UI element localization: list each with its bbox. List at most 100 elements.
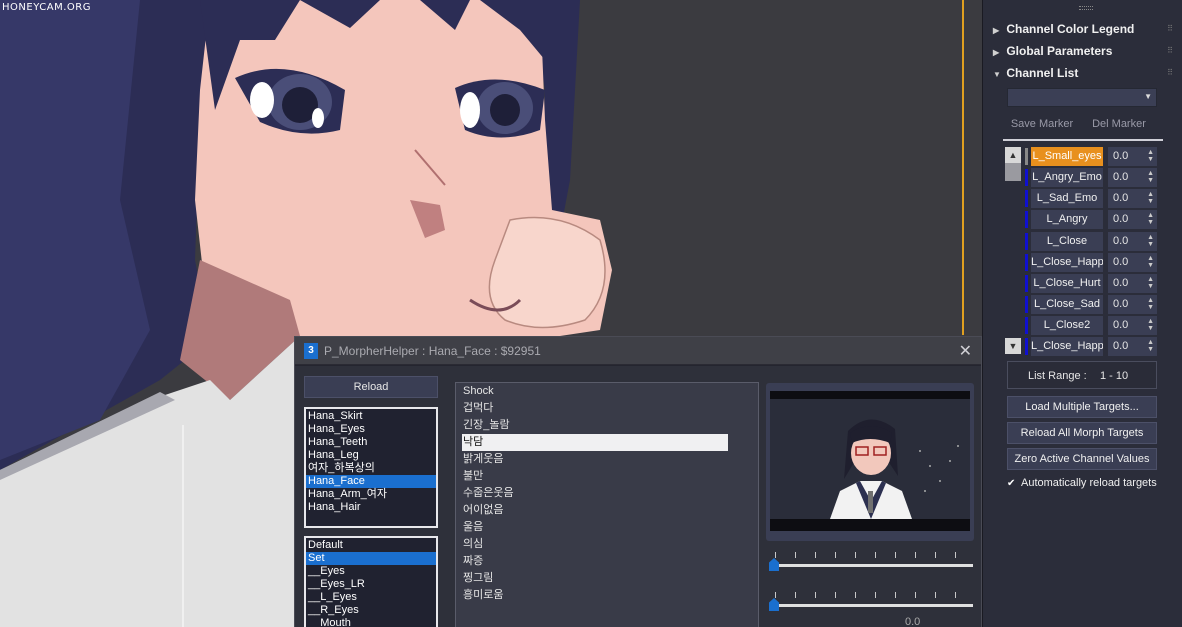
channel-row: L_Close_Sad 0.0 ▲ ▼ [1025, 295, 1160, 314]
channel-value-spinner[interactable]: 0.0 ▲ ▼ [1108, 210, 1157, 229]
del-marker-button[interactable]: Del Marker [1087, 114, 1151, 134]
morph-list-item[interactable]: 흥미로움 [456, 587, 758, 604]
rollout-channel-color-legend[interactable]: ▶ Channel Color Legend [993, 22, 1134, 36]
morph-list-item[interactable]: 찡그림 [456, 570, 758, 587]
rollout-channel-list[interactable]: ▼ Channel List [993, 66, 1078, 80]
slider-thumb[interactable] [769, 598, 779, 611]
set-list-item[interactable]: __L_Eyes [306, 591, 436, 604]
channel-value-spinner[interactable]: 0.0 ▲ ▼ [1108, 189, 1157, 208]
channel-value: 0.0 [1113, 192, 1129, 204]
expanded-triangle-icon: ▼ [993, 70, 1001, 79]
channel-name-button[interactable]: L_Close2 [1031, 316, 1103, 335]
rollout-grip-icon[interactable]: ⠿ [1167, 24, 1173, 33]
channel-name-button[interactable]: L_Small_eyes [1031, 147, 1103, 166]
set-list-item-selected[interactable]: Set [306, 552, 436, 565]
object-list-item[interactable]: 여자_하복상의 [306, 462, 436, 475]
channel-color-bar [1025, 211, 1028, 228]
set-list-item[interactable]: __Mouth [306, 617, 436, 627]
spinner-arrows-icon[interactable]: ▲ ▼ [1147, 276, 1154, 290]
object-list-item[interactable]: Hana_Arm_여자 [306, 488, 436, 501]
object-list-item[interactable]: Hana_Hair [306, 501, 436, 514]
channel-name-button[interactable]: L_Close [1031, 232, 1103, 251]
auto-reload-label: Automatically reload targets [1021, 477, 1157, 489]
slider-thumb[interactable] [769, 558, 779, 571]
set-list-item[interactable]: __R_Eyes [306, 604, 436, 617]
auto-reload-checkbox[interactable]: ✔ Automatically reload targets [1007, 477, 1157, 489]
spinner-arrows-icon[interactable]: ▲ ▼ [1147, 255, 1154, 269]
rollout-global-parameters[interactable]: ▶ Global Parameters [993, 44, 1112, 58]
slider-track[interactable] [769, 564, 973, 567]
morph-list-item-selected[interactable]: 낙담 [462, 434, 728, 451]
channel-value-spinner[interactable]: 0.0 ▲ ▼ [1108, 253, 1157, 272]
spinner-arrows-icon[interactable]: ▲ ▼ [1147, 191, 1154, 205]
rollout-grip-icon[interactable]: ⠿ [1167, 68, 1173, 77]
channel-value: 0.0 [1113, 319, 1129, 331]
channel-value-spinner[interactable]: 0.0 ▲ ▼ [1108, 295, 1157, 314]
morph-list-item[interactable]: 불만 [456, 468, 758, 485]
save-marker-button[interactable]: Save Marker [1007, 114, 1077, 134]
object-list-item[interactable]: Hana_Eyes [306, 423, 436, 436]
channel-value-spinner[interactable]: 0.0 ▲ ▼ [1108, 316, 1157, 335]
set-list-item[interactable]: Default [306, 539, 436, 552]
spinner-arrows-icon[interactable]: ▲ ▼ [1147, 318, 1154, 332]
panel-drag-grip[interactable] [1079, 6, 1093, 10]
channel-name-button[interactable]: L_Angry_Emo [1031, 168, 1103, 187]
zero-active-channel-values-button[interactable]: Zero Active Channel Values [1007, 448, 1157, 470]
channel-value-spinner[interactable]: 0.0 ▲ ▼ [1108, 232, 1157, 251]
checkmark-icon: ✔ [1007, 478, 1016, 489]
morph-weight-slider-2[interactable] [769, 592, 973, 614]
object-list-item[interactable]: Hana_Skirt [306, 410, 436, 423]
channel-value-spinner[interactable]: 0.0 ▲ ▼ [1108, 147, 1157, 166]
scroll-down-icon[interactable]: ▼ [1005, 338, 1021, 354]
3dsmax-app-icon: 3 [304, 343, 318, 359]
morph-preview-image [770, 391, 970, 531]
marker-dropdown[interactable]: ▼ [1007, 88, 1157, 107]
close-icon[interactable]: ✕ [959, 341, 972, 361]
morph-list-item[interactable]: 밝게웃음 [456, 451, 758, 468]
channel-name-button[interactable]: L_Close_Happy [1031, 337, 1103, 356]
object-listbox[interactable]: Hana_Skirt Hana_Eyes Hana_Teeth Hana_Leg… [304, 407, 438, 528]
channel-name-button[interactable]: L_Close_Hurt [1031, 274, 1103, 293]
channel-scrollbar-thumb[interactable] [1005, 163, 1021, 181]
reload-button[interactable]: Reload [304, 376, 438, 398]
morph-list-item[interactable]: 어이없음 [456, 502, 758, 519]
object-list-item[interactable]: Hana_Leg [306, 449, 436, 462]
spinner-arrows-icon[interactable]: ▲ ▼ [1147, 339, 1154, 353]
morph-list-item[interactable]: 수줍은웃음 [456, 485, 758, 502]
slider-track[interactable] [769, 604, 973, 607]
collapsed-triangle-icon: ▶ [993, 48, 1000, 57]
set-listbox[interactable]: Default Set __Eyes __Eyes_LR __L_Eyes __… [304, 536, 438, 627]
spinner-arrows-icon[interactable]: ▲ ▼ [1147, 149, 1154, 163]
channel-name-button[interactable]: L_Angry [1031, 210, 1103, 229]
scroll-up-icon[interactable]: ▲ [1005, 147, 1021, 163]
object-list-item-selected[interactable]: Hana_Face [306, 475, 436, 488]
load-multiple-targets-button[interactable]: Load Multiple Targets... [1007, 396, 1157, 418]
morph-target-list[interactable]: Shock 겁먹다 긴장_놀람 낙담 밝게웃음 불만 수줍은웃음 어이없음 울음… [455, 382, 759, 627]
set-list-item[interactable]: __Eyes_LR [306, 578, 436, 591]
morph-list-item[interactable]: 의심 [456, 536, 758, 553]
dialog-titlebar[interactable]: 3 P_MorpherHelper : Hana_Face : $92951 ✕ [295, 337, 981, 365]
channel-name-button[interactable]: L_Close_Happy [1031, 253, 1103, 272]
channel-value-spinner[interactable]: 0.0 ▲ ▼ [1108, 168, 1157, 187]
morph-list-item[interactable]: 긴장_놀람 [456, 417, 758, 434]
spinner-arrows-icon[interactable]: ▲ ▼ [1147, 170, 1154, 184]
channel-color-bar [1025, 169, 1028, 186]
morph-list-item[interactable]: Shock [456, 383, 758, 400]
morph-list-item[interactable]: 울음 [456, 519, 758, 536]
channel-value-spinner[interactable]: 0.0 ▲ ▼ [1108, 337, 1157, 356]
spinner-arrows-icon[interactable]: ▲ ▼ [1147, 212, 1154, 226]
spinner-arrows-icon[interactable]: ▲ ▼ [1147, 297, 1154, 311]
channel-name-button[interactable]: L_Sad_Emo [1031, 189, 1103, 208]
object-list-item[interactable]: Hana_Teeth [306, 436, 436, 449]
morph-list-item[interactable]: 짜증 [456, 553, 758, 570]
morph-weight-slider[interactable] [769, 552, 973, 574]
watermark-text: HONEYCAM.ORG [2, 2, 91, 13]
reload-all-morph-targets-button[interactable]: Reload All Morph Targets [1007, 422, 1157, 444]
rollout-grip-icon[interactable]: ⠿ [1167, 46, 1173, 55]
channel-value-spinner[interactable]: 0.0 ▲ ▼ [1108, 274, 1157, 293]
spinner-arrows-icon[interactable]: ▲ ▼ [1147, 234, 1154, 248]
morph-list-item[interactable]: 겁먹다 [456, 400, 758, 417]
value-spinner[interactable]: 0.0 [905, 616, 920, 627]
channel-name-button[interactable]: L_Close_Sad [1031, 295, 1103, 314]
set-list-item[interactable]: __Eyes [306, 565, 436, 578]
